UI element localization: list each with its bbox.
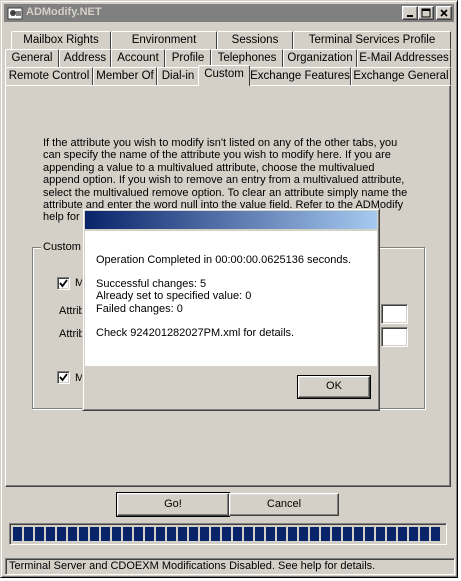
dialog-title-bar[interactable] [85,211,377,229]
progress-block [112,527,121,541]
progress-block [145,527,154,541]
progress-block [332,527,341,541]
help-line: append option. If you wish to remove an … [43,174,405,187]
dialog-body: Operation Completed in 00:00:00.0625136 … [85,231,377,367]
progress-block [57,527,66,541]
tab-terminal-services-profile[interactable]: Terminal Services Profile [293,31,451,49]
progress-block [255,527,264,541]
progress-block [409,527,418,541]
progress-block [376,527,385,541]
tab-exchange-features[interactable]: Exchange Features [249,67,351,85]
progress-block [24,527,33,541]
progress-bar [9,523,447,545]
tab-email-addresses[interactable]: E-Mail Addresses [357,49,451,67]
already-set-text: Already set to specified value: 0 [96,290,252,303]
tab-sessions[interactable]: Sessions [217,31,293,49]
progress-block [200,527,209,541]
progress-block [233,527,242,541]
tab-remote-control[interactable]: Remote Control [5,67,93,85]
tab-environment[interactable]: Environment [111,31,217,49]
progress-block [277,527,286,541]
maximize-icon[interactable] [418,6,434,20]
progress-block [431,527,440,541]
tab-general[interactable]: General [5,49,59,67]
tab-organization[interactable]: Organization [283,49,357,67]
tab-account[interactable]: Account [111,49,165,67]
tab-exchange-general[interactable]: Exchange General [351,67,451,85]
progress-block [90,527,99,541]
help-line: If the attribute you wish to modify isn'… [43,137,398,149]
operation-complete-dialog: Operation Completed in 00:00:00.0625136 … [82,208,380,411]
progress-block [321,527,330,541]
progress-block [211,527,220,541]
progress-block [288,527,297,541]
progress-block [46,527,55,541]
help-line: appending a value to a multivalued attri… [43,161,375,174]
help-line: can specify the name of the attribute yo… [43,149,391,162]
progress-block [343,527,352,541]
progress-block [79,527,88,541]
attribute-name-input[interactable] [381,304,408,324]
go-button[interactable]: Go! [116,492,230,517]
multivalued-checkbox-1[interactable] [57,277,70,290]
progress-block [189,527,198,541]
tab-address[interactable]: Address [59,49,111,67]
status-bar: Terminal Server and CDOEXM Modifications… [5,558,455,575]
attribute-value-input[interactable] [381,327,408,347]
progress-block [68,527,77,541]
progress-block [222,527,231,541]
progress-block [310,527,319,541]
title-bar[interactable]: ADModify.NET [4,4,454,22]
dialog-message: Operation Completed in 00:00:00.0625136 … [96,254,366,339]
attribute-name-label: Attrib [59,305,85,317]
progress-block [299,527,308,541]
progress-block [35,527,44,541]
close-icon[interactable] [436,6,452,20]
progress-block [387,527,396,541]
cancel-button[interactable]: Cancel [229,493,339,516]
window-title: ADModify.NET [26,6,102,18]
group-box-label: Custom [41,241,83,253]
tab-dial-in[interactable]: Dial-in [157,67,199,85]
progress-fill [13,527,440,541]
progress-block [178,527,187,541]
progress-block [101,527,110,541]
progress-block [398,527,407,541]
ok-button[interactable]: OK [297,375,371,399]
progress-block [420,527,429,541]
progress-block [13,527,22,541]
progress-block [123,527,132,541]
successful-changes-text: Successful changes: 5 [96,278,207,291]
progress-block [266,527,275,541]
progress-block [244,527,253,541]
progress-block [365,527,374,541]
help-line: select the multivalued remove option. To… [43,186,408,199]
app-icon [7,5,23,21]
tab-custom[interactable]: Custom [198,65,250,86]
progress-block [167,527,176,541]
progress-block [156,527,165,541]
minimize-icon[interactable] [402,6,418,20]
attribute-value-label: Attrib [59,328,85,340]
log-file-text: Check 924201282027PM.xml for details. [96,326,295,339]
completion-time-text: Operation Completed in 00:00:00.0625136 … [96,254,352,266]
multivalued-checkbox-2[interactable] [57,371,70,384]
progress-block [354,527,363,541]
tab-member-of[interactable]: Member Of [93,67,157,85]
progress-block [134,527,143,541]
tab-mailbox-rights[interactable]: Mailbox Rights [11,31,111,49]
failed-changes-text: Failed changes: 0 [96,302,183,315]
